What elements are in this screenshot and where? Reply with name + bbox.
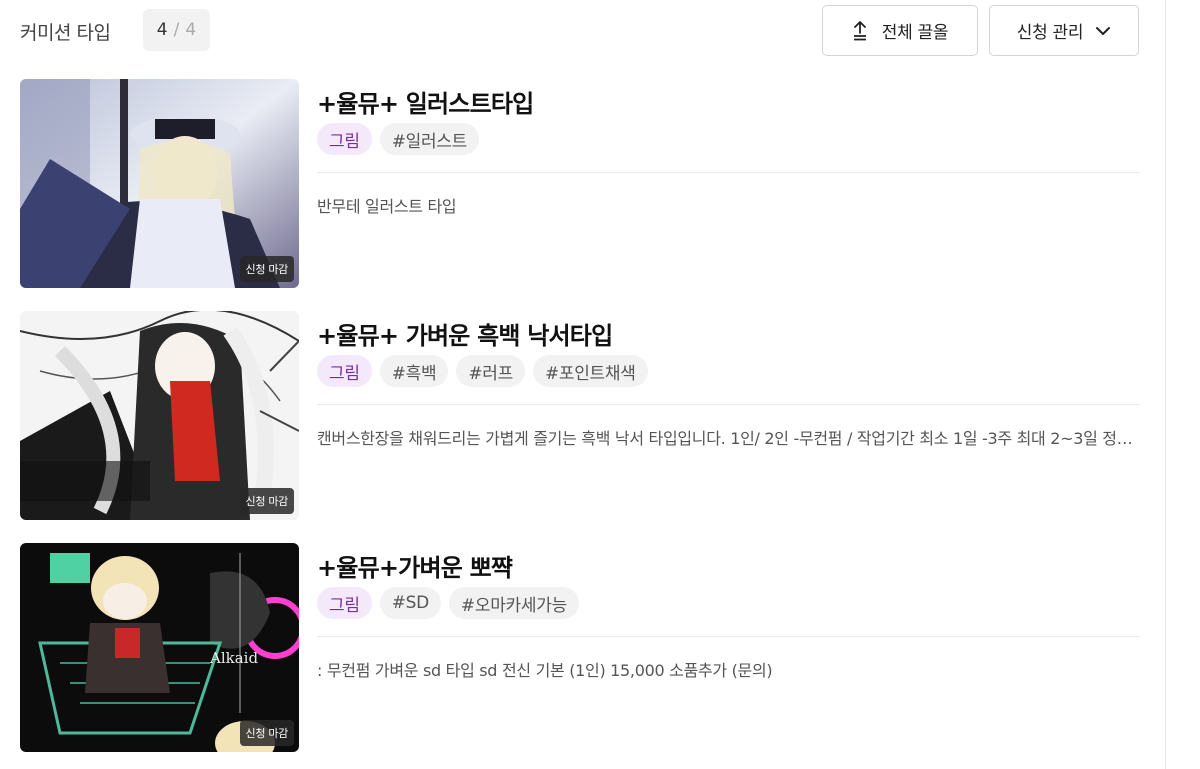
divider [317, 404, 1140, 405]
section-title: 커미션 타입 [20, 22, 111, 44]
commission-title[interactable]: +율뮤+ 가벼운 흑백 낙서타입 [317, 316, 613, 351]
count-total: 4 [185, 20, 197, 40]
commission-title[interactable]: +율뮤+ 일러스트타입 [317, 84, 534, 119]
hashtag[interactable]: #일러스트 [379, 123, 479, 155]
tag-list: 그림 #SD #오마카세가능 [317, 587, 579, 619]
category-tag[interactable]: 그림 [317, 355, 372, 387]
commission-thumbnail[interactable]: 신청 마감 [20, 311, 299, 520]
commission-item[interactable]: Alkaid 신청 마감 +율뮤+가벼운 뽀쨕 그림 #SD #오마카세가능 :… [20, 543, 1140, 752]
hashtag[interactable]: #SD [379, 587, 441, 619]
count-current: 4 [156, 20, 168, 40]
status-badge: 신청 마감 [239, 488, 294, 514]
hashtag[interactable]: #포인트채색 [532, 355, 648, 387]
divider [317, 636, 1140, 637]
commission-item[interactable]: 신청 마감 +율뮤+ 일러스트타입 그림 #일러스트 반무테 일러스트 타입 [20, 79, 1140, 288]
hashtag[interactable]: #러프 [456, 355, 525, 387]
count-separator: / [173, 20, 180, 40]
status-badge: 신청 마감 [239, 256, 294, 282]
commission-description: : 무컨펌 가벼운 sd 타입 sd 전신 기본 (1인) 15,000 소품추… [317, 661, 773, 680]
count-badge: 4 / 4 [143, 9, 210, 51]
commission-item[interactable]: 신청 마감 +율뮤+ 가벼운 흑백 낙서타입 그림 #흑백 #러프 #포인트채색… [20, 311, 1140, 520]
commission-thumbnail[interactable]: 신청 마감 [20, 79, 299, 288]
tag-list: 그림 #흑백 #러프 #포인트채색 [317, 355, 648, 387]
category-tag[interactable]: 그림 [317, 123, 372, 155]
hashtag[interactable]: #흑백 [379, 355, 449, 387]
chevron-down-icon [1095, 26, 1111, 36]
manage-requests-button[interactable]: 신청 관리 [989, 5, 1139, 56]
pull-all-label: 전체 끌올 [881, 23, 949, 43]
commission-info: +율뮤+가벼운 뽀쨕 그림 #SD #오마카세가능 : 무컨펌 가벼운 sd 타… [317, 543, 1140, 752]
hashtag[interactable]: #오마카세가능 [448, 587, 579, 619]
upload-icon [852, 20, 868, 41]
commission-title[interactable]: +율뮤+가벼운 뽀쨕 [317, 548, 513, 583]
commission-description: 캔버스한장을 채워드리는 가볍게 즐기는 흑백 낙서 타입입니다. 1인/ 2인… [317, 429, 1140, 448]
svg-text:Alkaid: Alkaid [209, 649, 258, 667]
pull-all-button[interactable]: 전체 끌올 [822, 5, 978, 56]
commission-description: 반무테 일러스트 타입 [317, 197, 457, 216]
status-badge: 신청 마감 [239, 720, 294, 746]
commission-type-header: 커미션 타입 4 / 4 전체 끌올 신청 관리 [0, 0, 1160, 62]
divider [317, 172, 1140, 173]
tag-list: 그림 #일러스트 [317, 123, 479, 155]
commission-info: +율뮤+ 일러스트타입 그림 #일러스트 반무테 일러스트 타입 [317, 79, 1140, 288]
manage-requests-label: 신청 관리 [1016, 23, 1084, 43]
category-tag[interactable]: 그림 [317, 587, 372, 619]
right-divider [1165, 0, 1166, 769]
commission-thumbnail[interactable]: Alkaid 신청 마감 [20, 543, 299, 752]
commission-info: +율뮤+ 가벼운 흑백 낙서타입 그림 #흑백 #러프 #포인트채색 캔버스한장… [317, 311, 1140, 520]
